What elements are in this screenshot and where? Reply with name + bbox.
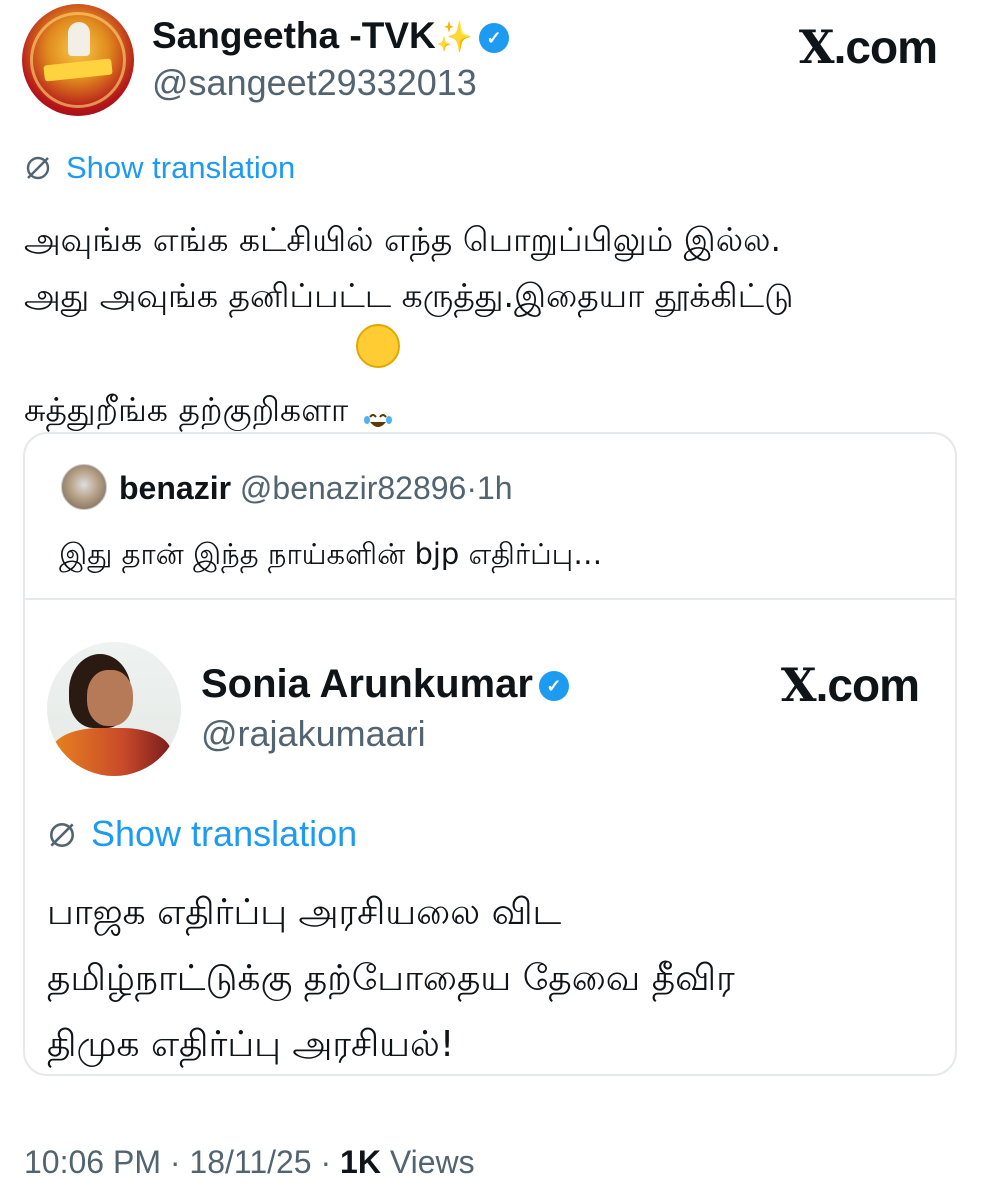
post-text-body: அவுங்க எங்க கட்சியில் எந்த பொறுப்பிலும் … [24,220,794,429]
post-time[interactable]: 10:06 PM [24,1144,161,1180]
embedded-post-text: பாஜக எதிர்ப்பு அரசியலை விட தமிழ்நாட்டுக்… [47,892,735,1065]
translate-globe-icon [47,812,77,856]
quoted-author-avatar[interactable] [61,464,107,510]
views-count[interactable]: 1K [340,1144,381,1180]
post-metadata: 10:06 PM · 18/11/25 · 1K Views [24,1140,475,1184]
post-date[interactable]: 18/11/25 [189,1144,311,1180]
sparkle-icon: ✨ [435,21,474,55]
embedded-author-name-row: Sonia Arunkumar ✓ [201,660,569,708]
x-com-logo: X.com [798,20,938,74]
author-name-row[interactable]: Sangeetha -TVK✨ ✓ [152,14,510,60]
avatar-face [87,670,133,726]
embedded-author-handle: @rajakumaari [201,713,426,754]
quoted-author-handle[interactable]: @benazir82896 [240,470,466,506]
author-avatar[interactable] [22,4,134,116]
laughing-emoji-icon [356,324,401,427]
quoted-tweet-card[interactable]: benazir @benazir82896·1h இது தான் இந்த ந… [23,432,957,1076]
quoted-author-row: benazir @benazir82896·1h [119,468,513,508]
show-translation-link[interactable]: Show translation [24,148,295,188]
meta-separator: · [466,470,477,506]
card-divider [25,598,955,600]
verified-badge-icon: ✓ [479,23,510,54]
quoted-post-age[interactable]: 1h [477,470,513,506]
x-logo-suffix: .com [833,21,938,73]
avatar-figure [68,22,90,56]
x-logo-icon: X [780,658,817,712]
embedded-translation-label: Show translation [91,813,358,854]
verified-badge-icon: ✓ [538,671,569,702]
embedded-show-translation: Show translation [47,812,357,856]
x-logo-icon: X [798,20,835,74]
x-logo-suffix: .com [815,659,920,711]
meta-separator: · [320,1144,332,1180]
avatar-clothing [51,728,171,776]
translate-globe-icon [24,148,52,188]
post-text: அவுங்க எங்க கட்சியில் எந்த பொறுப்பிலும் … [24,212,964,438]
author-display-name[interactable]: Sangeetha -TVK [152,15,436,56]
embedded-author-name: Sonia Arunkumar [201,662,533,706]
quoted-author-name[interactable]: benazir [119,470,231,506]
meta-separator: · [169,1144,181,1180]
embedded-x-com-logo: X.com [780,658,920,712]
author-handle[interactable]: @sangeet29332013 [152,62,477,104]
quoted-post-text: இது தான் இந்த நாய்களின் bjp எதிர்ப்பு… [59,537,603,571]
show-translation-label[interactable]: Show translation [66,150,295,185]
views-label: Views [389,1144,475,1180]
embedded-author-avatar [47,642,181,776]
